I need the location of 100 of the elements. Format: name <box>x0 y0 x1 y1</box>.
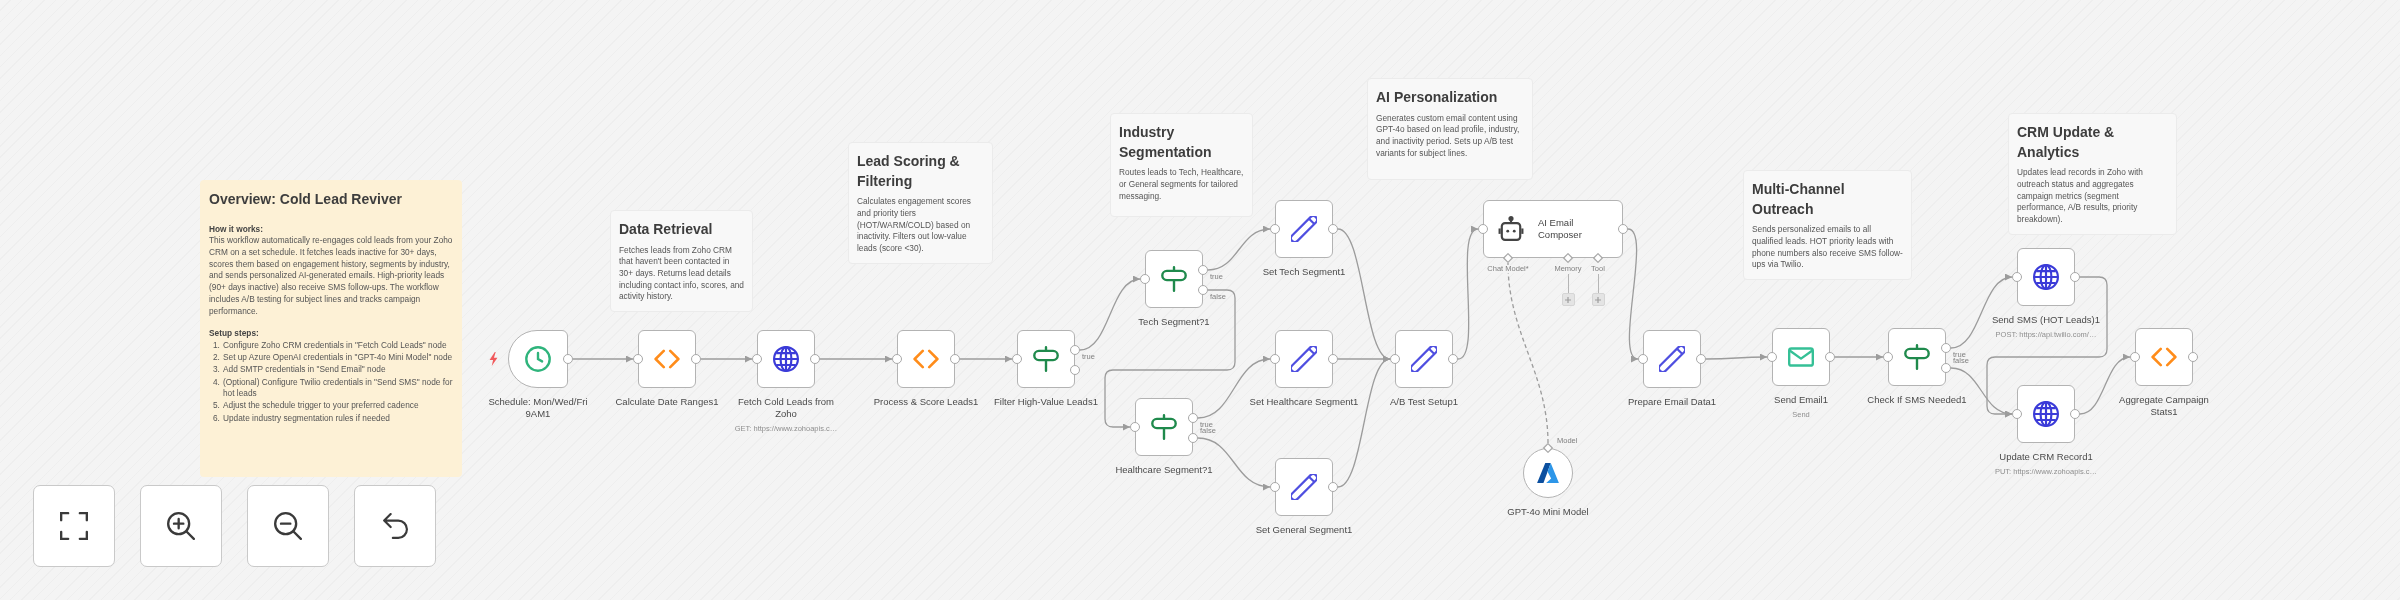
note-text: Fetches leads from Zoho CRM that haven't been contacted in 30+ days. Returns lead details including contact info, scores, and activity history. <box>619 244 744 304</box>
workflow-node[interactable] <box>757 330 815 388</box>
input-port[interactable] <box>2130 352 2140 362</box>
workflow-node[interactable] <box>1275 330 1333 388</box>
workflow-node[interactable] <box>1643 330 1701 388</box>
node-label: Set Tech Segment1 <box>1262 266 1346 278</box>
output-port[interactable] <box>810 354 820 364</box>
logo-icon <box>1537 463 1559 483</box>
workflow-node[interactable] <box>1135 398 1193 456</box>
zoom-out-icon <box>274 512 302 540</box>
pencil-icon <box>1659 346 1685 372</box>
workflow-node[interactable] <box>1145 250 1203 308</box>
input-port[interactable] <box>1593 253 1603 263</box>
step-text: (Optional) Configure Twilio credentials in "Send SMS" node for hot leads <box>223 376 453 400</box>
workflow-node[interactable]: AI Email Composer <box>1483 200 1623 258</box>
output-port[interactable] <box>950 354 960 364</box>
globe-icon <box>2033 401 2059 427</box>
note-title: CRM Update & Analytics <box>2017 123 2116 162</box>
plus-icon <box>1595 296 1601 303</box>
input-port[interactable] <box>892 354 902 364</box>
step-number: 3. <box>212 364 221 377</box>
workflow-node[interactable] <box>508 330 568 388</box>
note-title: Industry Segmentation <box>1119 123 1213 162</box>
add-button[interactable] <box>1591 293 1605 306</box>
workflow-node[interactable] <box>897 330 955 388</box>
connection-line <box>1705 353 1768 361</box>
input-port[interactable] <box>1883 352 1893 362</box>
workflow-node[interactable] <box>1017 330 1075 388</box>
workflow-node[interactable] <box>1772 328 1830 386</box>
output-port[interactable] <box>1328 482 1338 492</box>
output-port[interactable] <box>1696 354 1706 364</box>
input-port[interactable] <box>1130 422 1140 432</box>
node-label: Healthcare Segment?1 <box>1115 464 1213 476</box>
node-label: Schedule: Mon/Wed/Fri 9AM1 <box>487 396 589 420</box>
output-port[interactable] <box>1328 224 1338 234</box>
input-port[interactable] <box>1638 354 1648 364</box>
zoom-in-button[interactable] <box>140 485 222 567</box>
input-port[interactable] <box>1270 482 1280 492</box>
input-port[interactable] <box>1270 354 1280 364</box>
input-port[interactable] <box>1767 352 1777 362</box>
node-label: Process & Score Leads1 <box>873 396 979 408</box>
input-port[interactable] <box>1140 274 1150 284</box>
output-port[interactable] <box>2070 409 2080 419</box>
input-port[interactable] <box>1478 224 1488 234</box>
output-port[interactable] <box>1618 224 1628 234</box>
undo-button[interactable] <box>354 485 436 567</box>
workflow-node[interactable] <box>1888 328 1946 386</box>
fit-view-icon <box>60 512 88 540</box>
note-subheading: Setup steps: <box>209 328 260 340</box>
signpost-icon <box>1161 266 1187 292</box>
input-port[interactable] <box>2012 272 2022 282</box>
workflow-node[interactable] <box>1523 448 1573 498</box>
output-port[interactable] <box>1825 352 1835 362</box>
output-port[interactable] <box>1543 443 1553 453</box>
workflow-node[interactable] <box>2017 248 2075 306</box>
note-text: This workflow automatically re-engages cold leads from your Zoho CRM on a set schedule. It fetches leads inactive for 30+ days, scores them based on engagement history, segments by industry, and sends personalized AI-generated emails. High-priority leads (90+ days inactive) also receive SMS follow-ups. The workflow includes A/B testing for subject lines and tracks campaign performance. <box>209 235 453 318</box>
workflow-node[interactable] <box>2017 385 2075 443</box>
workflow-node[interactable] <box>2135 328 2193 386</box>
step-text: Add SMTP credentials in "Send Email" node <box>223 364 387 377</box>
fit-view-button[interactable] <box>33 485 115 567</box>
add-button[interactable] <box>1561 293 1575 306</box>
input-port[interactable] <box>1012 354 1022 364</box>
output-port[interactable] <box>563 354 573 364</box>
robot-icon <box>1498 216 1524 242</box>
output-port[interactable] <box>691 354 701 364</box>
node-label: Calculate Date Ranges1 <box>615 396 719 408</box>
connection-line <box>1207 226 1271 271</box>
pencil-icon <box>1291 474 1317 500</box>
signpost-icon <box>1033 346 1059 372</box>
input-port[interactable] <box>1390 354 1400 364</box>
zoom-in-icon <box>167 512 195 540</box>
workflow-node[interactable] <box>1275 458 1333 516</box>
step-text: Set up Azure OpenAI credentials in "GPT-4o Mini Model" node <box>223 352 453 364</box>
step-text: Configure Zoho CRM credentials in "Fetch Cold Leads" node <box>223 339 448 352</box>
signpost-icon <box>1151 414 1177 440</box>
output-port[interactable] <box>2070 272 2080 282</box>
code-icon <box>2151 347 2177 367</box>
pencil-icon <box>1291 346 1317 372</box>
workflow-node[interactable] <box>1275 200 1333 258</box>
workflow-node[interactable] <box>1395 330 1453 388</box>
globe-icon <box>2033 264 2059 290</box>
output-port[interactable] <box>1448 354 1458 364</box>
node-label: AI Email Composer <box>1538 217 1583 241</box>
input-port[interactable] <box>1270 224 1280 234</box>
output-port[interactable] <box>2188 352 2198 362</box>
input-port[interactable] <box>752 354 762 364</box>
node-label: Filter High-Value Leads1 <box>994 396 1098 408</box>
workflow-node[interactable] <box>638 330 696 388</box>
connection-line <box>1834 353 1884 361</box>
input-port[interactable] <box>1563 253 1573 263</box>
zoom-out-button[interactable] <box>247 485 329 567</box>
step-number: 5. <box>212 400 221 413</box>
output-port[interactable] <box>1328 354 1338 364</box>
note-title: AI Personalization <box>1376 88 1499 107</box>
input-port[interactable] <box>1503 253 1513 263</box>
step-text: Adjust the schedule trigger to your preferred cadence <box>223 400 420 413</box>
input-port[interactable] <box>2012 409 2022 419</box>
input-port[interactable] <box>633 354 643 364</box>
pencil-icon <box>1291 216 1317 242</box>
connection-line <box>959 355 1013 363</box>
